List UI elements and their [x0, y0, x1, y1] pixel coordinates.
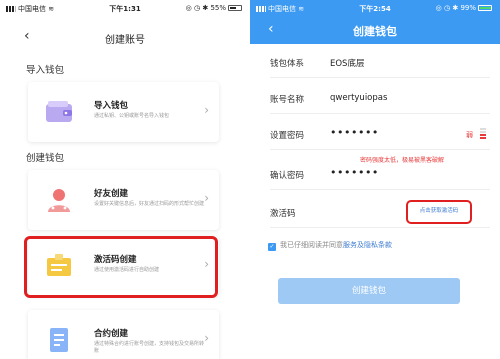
agreement-checkbox[interactable]: ✓	[268, 243, 276, 251]
section-create-title: 创建钱包	[26, 153, 65, 164]
password-strength-meter	[480, 128, 486, 141]
account-name-row: 账号名称 qwertyuiopas	[270, 84, 490, 114]
page-title: 创建账号	[105, 35, 145, 46]
confirm-password-row: 确认密码 •••••••	[270, 160, 490, 190]
chevron-right-icon: ›	[204, 331, 209, 345]
bluetooth-icon: ✱	[202, 4, 209, 12]
battery-icon	[478, 5, 492, 11]
password-label: 设置密码	[270, 131, 305, 141]
wallet-system-value: EOS底层	[330, 59, 365, 69]
status-indicators: ◎ ◷ ✱ 99%	[436, 4, 492, 12]
password-row: 设置密码 ••••••• 弱	[270, 120, 490, 150]
password-input[interactable]: •••••••	[330, 126, 379, 139]
confirm-password-label: 确认密码	[270, 171, 305, 181]
chevron-right-icon: ›	[204, 191, 209, 205]
friend-icon	[48, 189, 70, 212]
card-subtitle: 通过私钥、公钥或账号名导入钱包	[94, 113, 170, 119]
battery-icon	[228, 5, 242, 11]
status-bar: 中国电信 ≋ 下午1:31 ◎ ◷ ✱ 55%	[0, 0, 250, 16]
alarm-icon: ◷	[193, 4, 201, 12]
create-wallet-screen: 中国电信 ≋ 下午2:54 ◎ ◷ ✱ 99% ‹ 创建钱包 钱包体系 EOS底…	[250, 0, 500, 359]
password-strength-text: 弱	[466, 131, 473, 139]
page-title: 创建钱包	[353, 25, 397, 38]
card-subtitle: 通过特殊合约进行账号创建，支持钱包及交易所转账	[94, 341, 205, 354]
get-activation-code-button[interactable]: 点击获取激活码	[406, 200, 472, 224]
nav-bar: ‹ 创建账号	[0, 22, 250, 52]
import-wallet-card[interactable]: 导入钱包 通过私钥、公钥或账号名导入钱包 ›	[28, 82, 219, 142]
chevron-right-icon: ›	[204, 103, 209, 117]
wallet-system-label: 钱包体系	[270, 59, 305, 69]
create-account-screen: 中国电信 ≋ 下午1:31 ◎ ◷ ✱ 55% ‹ 创建账号 导入钱包 导入钱包…	[0, 0, 250, 359]
card-subtitle: 设置好关键信息后，好友通过扫码的形式帮忙创建	[94, 201, 205, 207]
contract-create-card[interactable]: 合约创建 通过特殊合约进行账号创建，支持钱包及交易所转账 ›	[28, 310, 219, 359]
terms-link[interactable]: 服务及隐私条款	[343, 241, 392, 249]
account-name-label: 账号名称	[270, 95, 305, 105]
highlight-frame	[24, 236, 218, 298]
location-icon: ◎	[185, 4, 192, 12]
activation-code-label: 激活码	[270, 209, 296, 219]
contract-icon	[50, 328, 68, 352]
confirm-password-input[interactable]: •••••••	[330, 166, 379, 179]
card-title: 合约创建	[94, 329, 129, 339]
agreement-text: 我已仔细阅读并同意	[280, 241, 343, 249]
agreement-row: ✓ 我已仔细阅读并同意服务及隐私条款	[268, 240, 392, 251]
bluetooth-icon: ✱	[452, 4, 459, 12]
status-bar: 中国电信 ≋ 下午2:54 ◎ ◷ ✱ 99%	[250, 0, 500, 16]
create-wallet-button[interactable]: 创建钱包	[278, 278, 460, 304]
section-import-title: 导入钱包	[26, 65, 65, 76]
alarm-icon: ◷	[443, 4, 451, 12]
status-indicators: ◎ ◷ ✱ 55%	[186, 4, 242, 12]
wallet-system-row[interactable]: 钱包体系 EOS底层	[270, 48, 490, 78]
wallet-icon	[46, 101, 72, 122]
friend-create-card[interactable]: 好友创建 设置好关键信息后，好友通过扫码的形式帮忙创建 ›	[28, 170, 219, 230]
card-title: 好友创建	[94, 189, 129, 199]
account-name-input[interactable]: qwertyuiopas	[330, 93, 387, 103]
header-bar: 中国电信 ≋ 下午2:54 ◎ ◷ ✱ 99% ‹ 创建钱包	[250, 0, 500, 44]
location-icon: ◎	[435, 4, 442, 12]
card-title: 导入钱包	[94, 101, 129, 111]
